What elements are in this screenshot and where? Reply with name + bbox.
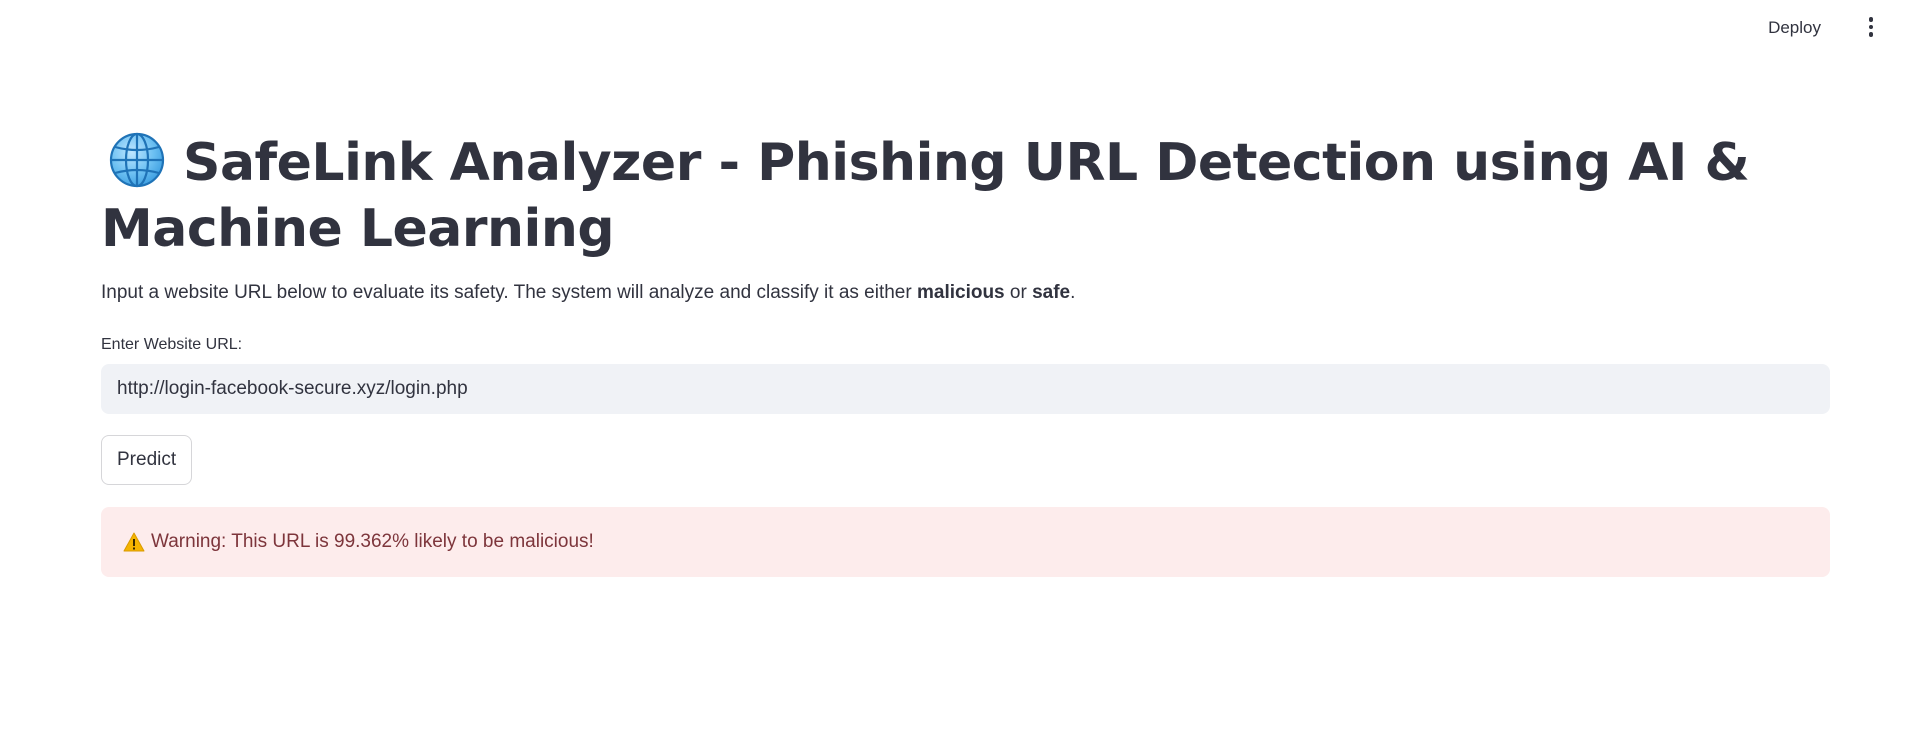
description-middle: or [1004,282,1033,303]
main-content: SafeLink Analyzer - Phishing URL Detecti… [101,130,1830,577]
menu-dot [1868,32,1874,37]
url-field-label: Enter Website URL: [101,336,243,353]
description-malicious: malicious [916,282,1005,303]
predict-button[interactable]: Predict [101,435,193,485]
page-title-text: SafeLink Analyzer - Phishing URL Detecti… [101,133,1750,259]
warning-text: Warning: This URL is 99.362% likely to b… [151,531,594,552]
url-input[interactable] [101,364,1830,414]
vertical-ellipsis-icon[interactable] [1859,12,1883,42]
description-safe: safe [1032,282,1071,303]
deploy-button[interactable]: Deploy [1760,14,1829,42]
page-title: SafeLink Analyzer - Phishing URL Detecti… [101,130,1830,262]
menu-dot [1868,24,1874,30]
app-header: Deploy [0,0,1917,56]
description-prefix: Input a website URL below to evaluate it… [101,282,917,303]
description-suffix: . [1070,282,1076,303]
globe-icon [109,132,165,188]
warning-icon [123,532,145,552]
warning-alert: Warning: This URL is 99.362% likely to b… [101,507,1830,577]
menu-dot [1868,17,1874,22]
description-text: Input a website URL below to evaluate it… [101,282,1830,304]
